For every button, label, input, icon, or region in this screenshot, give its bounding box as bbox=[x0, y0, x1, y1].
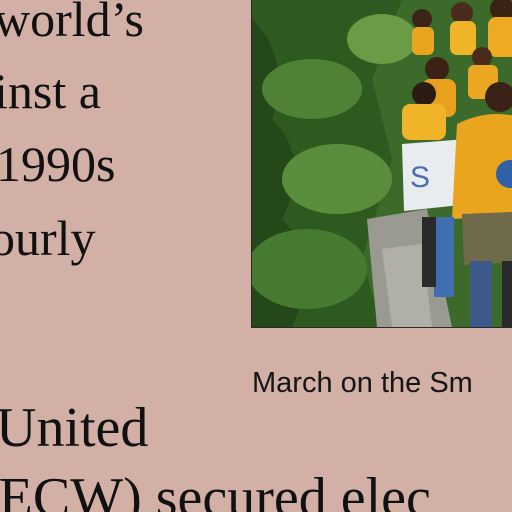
body-text-line: IECW) secured elec bbox=[0, 467, 431, 512]
photo-caption: March on the Sm bbox=[252, 367, 473, 399]
body-text-line: inst a bbox=[0, 63, 101, 119]
march-photo-illustration: S bbox=[252, 0, 512, 327]
document-page: world’s inst a 1990s ourly S March on th… bbox=[0, 0, 512, 512]
march-photo: S bbox=[251, 0, 512, 328]
body-text-line: United bbox=[0, 397, 149, 459]
banner-text: S bbox=[410, 161, 430, 194]
body-text-line: 1990s bbox=[0, 136, 116, 192]
body-text-line: world’s bbox=[0, 0, 144, 47]
body-text-line: ourly bbox=[0, 210, 96, 266]
